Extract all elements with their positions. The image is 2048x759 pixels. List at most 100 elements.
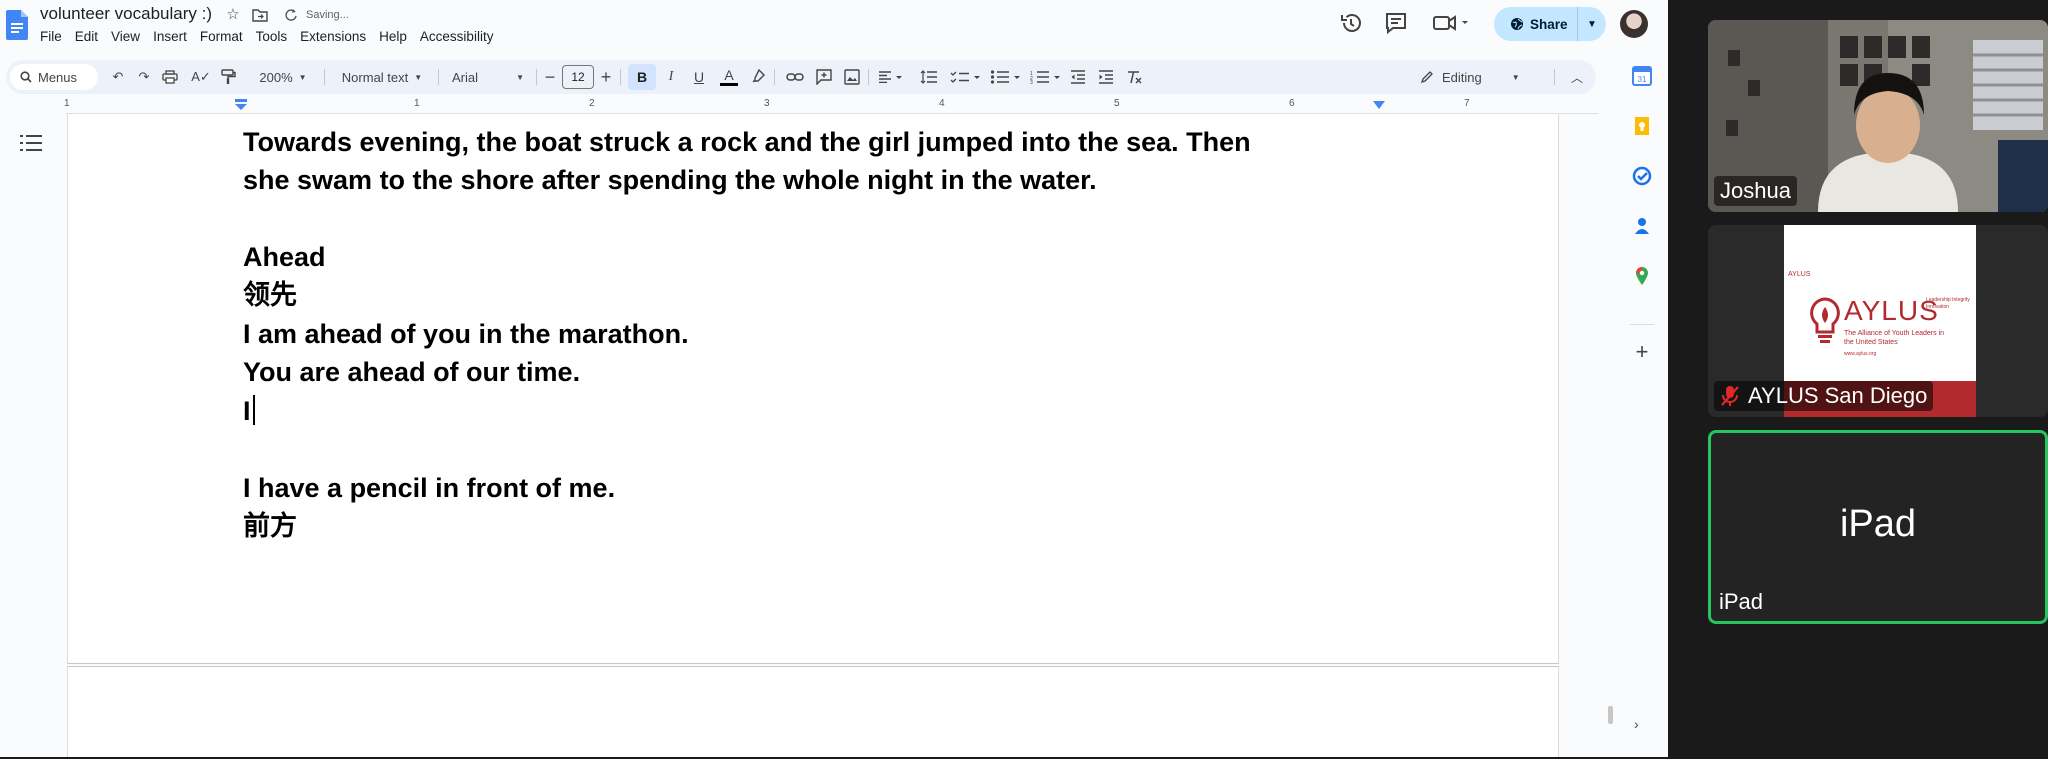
- decrease-indent-icon[interactable]: [1070, 70, 1086, 84]
- participant-center-name: iPad: [1839, 503, 1917, 545]
- microphone-muted-icon: [1721, 386, 1739, 406]
- vocab-heading[interactable]: Ahead: [243, 239, 326, 275]
- decrease-font-size-icon[interactable]: −: [540, 60, 560, 94]
- participant-tile-joshua[interactable]: Joshua: [1708, 20, 2048, 212]
- document-outline-icon[interactable]: [20, 134, 42, 152]
- participant-name: iPad: [1719, 589, 1764, 614]
- star-icon[interactable]: ☆: [224, 6, 242, 24]
- comments-icon[interactable]: [1383, 10, 1409, 36]
- doc-paragraph-line[interactable]: Towards evening, the boat struck a rock …: [243, 124, 1251, 160]
- menu-view[interactable]: View: [111, 29, 148, 44]
- menus-label: Menus: [38, 69, 78, 85]
- participant-tile-ipad[interactable]: iPad iPad: [1708, 430, 2048, 624]
- add-comment-icon[interactable]: [816, 69, 832, 85]
- spelling-check-icon[interactable]: A✓: [190, 60, 212, 94]
- increase-indent-icon[interactable]: [1098, 70, 1114, 84]
- increase-font-size-icon[interactable]: +: [596, 60, 616, 94]
- document-page[interactable]: Towards evening, the boat struck a rock …: [67, 114, 1559, 664]
- menus-search[interactable]: Menus: [10, 64, 98, 90]
- redo-icon[interactable]: ↷: [132, 60, 156, 94]
- chevron-down-icon: ▼: [298, 72, 307, 82]
- menu-edit[interactable]: Edit: [75, 29, 106, 44]
- keep-icon[interactable]: [1632, 116, 1652, 136]
- tasks-icon[interactable]: [1632, 166, 1652, 186]
- zoom-select[interactable]: 200% ▼: [248, 60, 318, 94]
- vocab-translation[interactable]: 领先: [243, 277, 297, 313]
- example-sentence[interactable]: You are ahead of our time.: [243, 354, 580, 390]
- logo-url: www.aylus.org: [1844, 351, 1877, 357]
- horizontal-ruler[interactable]: 1 1 2 3 4 5 6 7: [64, 96, 1598, 114]
- numbered-list-icon[interactable]: 1 2 3: [1030, 70, 1062, 84]
- share-main[interactable]: Share: [1494, 7, 1578, 41]
- hide-menus-chevron-up-icon[interactable]: ︿: [1566, 60, 1588, 94]
- docs-logo-icon[interactable]: [6, 10, 28, 40]
- participant-name: Joshua: [1714, 176, 1797, 206]
- logo-side-text: Leadership Integrity Innovation: [1926, 297, 1970, 310]
- ruler-number: 3: [764, 98, 770, 109]
- ruler-number: 1: [414, 98, 420, 109]
- page-scroll-handle[interactable]: [1608, 706, 1613, 724]
- menu-tools[interactable]: Tools: [256, 29, 296, 44]
- checklist-icon[interactable]: [950, 70, 982, 84]
- text-color-icon[interactable]: A: [716, 60, 742, 94]
- ruler-number: 4: [939, 98, 945, 109]
- font-size-input[interactable]: 12: [562, 65, 594, 89]
- toolbar-divider: [774, 69, 775, 85]
- insert-image-icon[interactable]: [844, 69, 860, 85]
- menu-file[interactable]: File: [40, 29, 70, 44]
- maps-icon[interactable]: [1632, 266, 1652, 286]
- share-button[interactable]: Share ▼: [1494, 7, 1606, 41]
- menu-insert[interactable]: Insert: [153, 29, 195, 44]
- highlight-color-icon[interactable]: [750, 68, 766, 86]
- contacts-icon[interactable]: [1632, 216, 1652, 236]
- font-select[interactable]: Arial ▼: [446, 60, 530, 94]
- toolbar-divider: [324, 69, 325, 85]
- ruler-number: 7: [1464, 98, 1470, 109]
- example-sentence[interactable]: I am ahead of you in the marathon.: [243, 316, 689, 352]
- clear-formatting-icon[interactable]: [1126, 70, 1142, 84]
- line-spacing-icon[interactable]: [920, 70, 938, 84]
- paragraph-style-select[interactable]: Normal text ▼: [332, 60, 432, 94]
- right-indent-marker[interactable]: [1372, 101, 1386, 110]
- editing-mode-select[interactable]: Editing ▼: [1420, 60, 1530, 94]
- example-sentence[interactable]: I have a pencil in front of me.: [243, 470, 615, 506]
- menu-format[interactable]: Format: [200, 29, 251, 44]
- document-title[interactable]: volunteer vocabulary :): [40, 4, 212, 24]
- bulleted-list-icon[interactable]: [990, 70, 1022, 84]
- print-icon[interactable]: [162, 70, 178, 84]
- share-label: Share: [1530, 16, 1568, 32]
- toolbar-divider: [438, 69, 439, 85]
- toolbar-divider: [620, 69, 621, 85]
- meet-camera-icon[interactable]: [1432, 10, 1472, 36]
- style-value: Normal text: [341, 69, 409, 85]
- calendar-icon[interactable]: 31: [1632, 66, 1652, 86]
- ruler-number: 2: [589, 98, 595, 109]
- sync-icon: [285, 9, 297, 21]
- share-options-chevron-down-icon[interactable]: ▼: [1578, 19, 1606, 30]
- document-next-page[interactable]: [67, 666, 1559, 757]
- account-avatar[interactable]: [1620, 10, 1648, 38]
- version-history-icon[interactable]: [1338, 10, 1364, 36]
- doc-paragraph-line[interactable]: she swam to the shore after spending the…: [243, 162, 1097, 198]
- show-side-panel-chevron-right-icon[interactable]: ›: [1634, 716, 1639, 732]
- undo-icon[interactable]: ↶: [106, 60, 130, 94]
- paint-format-icon[interactable]: [220, 69, 236, 85]
- current-line[interactable]: I: [243, 393, 255, 429]
- insert-link-icon[interactable]: [786, 71, 804, 83]
- menu-accessibility[interactable]: Accessibility: [420, 29, 502, 44]
- get-addons-plus-icon[interactable]: +: [1632, 341, 1652, 363]
- align-icon[interactable]: [878, 71, 904, 83]
- italic-icon[interactable]: I: [658, 60, 684, 94]
- font-value: Arial: [452, 69, 479, 85]
- docs-window: volunteer vocabulary :) ☆ Saving... File…: [0, 0, 1668, 757]
- participant-tile-aylus-san-diego[interactable]: AYLUS AYLUS Leadership Integrity Innovat…: [1708, 225, 2048, 417]
- move-folder-icon[interactable]: [252, 8, 268, 22]
- toolbar-divider: [1554, 69, 1555, 85]
- underline-icon[interactable]: U: [686, 60, 712, 94]
- vocab-translation[interactable]: 前方: [243, 508, 297, 544]
- bold-icon[interactable]: B: [628, 60, 656, 94]
- left-indent-marker[interactable]: [234, 99, 248, 111]
- menu-extensions[interactable]: Extensions: [300, 29, 374, 44]
- pencil-icon: [1420, 71, 1433, 84]
- menu-help[interactable]: Help: [379, 29, 415, 44]
